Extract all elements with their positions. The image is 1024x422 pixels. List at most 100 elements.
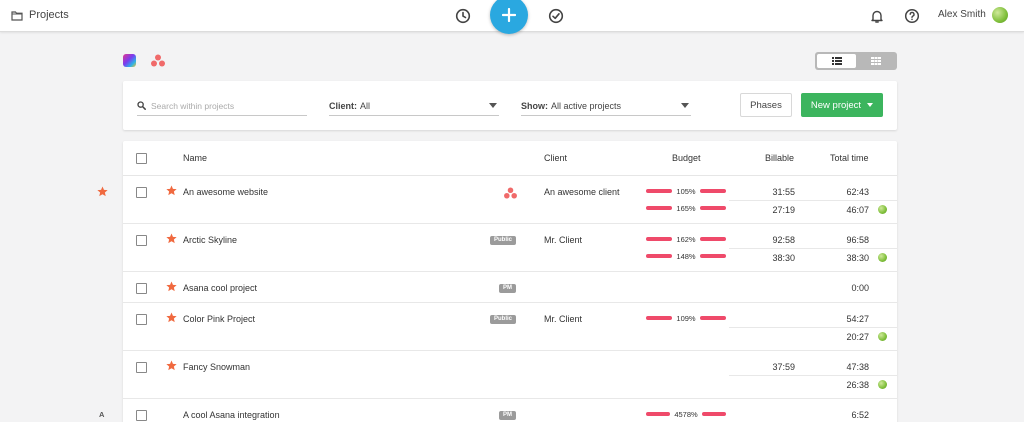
chevron-down-icon[interactable] xyxy=(867,103,874,107)
row-divider xyxy=(729,200,897,201)
total-time: 54:27 xyxy=(846,314,869,324)
table-row[interactable]: Asana cool project PM 0:00 xyxy=(123,272,897,303)
row-checkbox[interactable] xyxy=(136,283,147,294)
budget-bar: 162% xyxy=(646,234,726,244)
phases-button[interactable]: Phases xyxy=(740,93,792,117)
budget-percent: 148% xyxy=(676,251,696,261)
visibility-badge: Public xyxy=(490,315,517,324)
new-project-label: New project xyxy=(810,99,862,111)
row-divider xyxy=(729,327,897,328)
add-time-entry-button[interactable] xyxy=(490,0,528,34)
billable-time: 31:55 xyxy=(772,187,795,197)
search-box xyxy=(137,96,307,116)
project-name[interactable]: An awesome website xyxy=(183,187,268,197)
select-all-checkbox[interactable] xyxy=(136,153,147,164)
list-icon xyxy=(831,57,842,65)
row-checkbox[interactable] xyxy=(136,235,147,246)
column-header-name[interactable]: Name xyxy=(183,153,207,163)
grid-view-button[interactable] xyxy=(856,54,895,68)
table-row[interactable]: An awesome website An awesome client 105… xyxy=(123,176,897,224)
group-letter: A xyxy=(99,410,105,419)
table-row[interactable]: A cool Asana integration PM 4578% 6:52 xyxy=(123,399,897,422)
table-row[interactable]: Color Pink Project Public Mr. Client 109… xyxy=(123,303,897,351)
client-filter-label: Client: xyxy=(329,100,357,111)
filter-bar: Client: All Show: All active projects Ph… xyxy=(123,81,897,130)
table-header: Name Client Budget Billable Total time xyxy=(123,141,897,176)
show-filter-select[interactable]: Show: All active projects xyxy=(521,96,691,116)
projects-table: Name Client Budget Billable Total time A… xyxy=(123,141,897,422)
integration-badge: PM xyxy=(499,284,516,293)
total-time: 46:07 xyxy=(846,205,869,215)
total-time: 0:00 xyxy=(851,283,869,293)
folder-icon xyxy=(11,10,23,21)
project-client: An awesome client xyxy=(544,187,620,197)
row-checkbox[interactable] xyxy=(136,362,147,373)
favorite-star-icon[interactable] xyxy=(166,233,177,244)
chevron-down-icon xyxy=(489,103,497,108)
row-checkbox[interactable] xyxy=(136,187,147,198)
total-time: 96:58 xyxy=(846,235,869,245)
member-avatar xyxy=(878,205,887,214)
client-filter-value: All xyxy=(360,100,371,111)
check-circle-icon[interactable] xyxy=(548,8,564,24)
table-row[interactable]: Arctic Skyline Public Mr. Client 162% 14… xyxy=(123,224,897,272)
favorite-star-icon[interactable] xyxy=(97,186,108,197)
budget-percent: 165% xyxy=(676,203,696,213)
project-name[interactable]: A cool Asana integration xyxy=(183,410,280,420)
grid-icon xyxy=(870,57,881,65)
column-header-client[interactable]: Client xyxy=(544,153,567,163)
toggl-integration-logo[interactable] xyxy=(123,54,136,67)
client-filter-select[interactable]: Client: All xyxy=(329,96,499,116)
row-divider xyxy=(729,248,897,249)
view-toggle xyxy=(815,52,897,70)
integration-badge: PM xyxy=(499,411,516,420)
billable-time: 92:58 xyxy=(772,235,795,245)
top-bar: Projects Alex Smith xyxy=(0,0,1024,34)
row-checkbox[interactable] xyxy=(136,314,147,325)
list-view-button[interactable] xyxy=(817,54,856,68)
search-icon xyxy=(137,101,146,110)
table-row[interactable]: Fancy Snowman 37:59 47:38 26:38 xyxy=(123,351,897,399)
page-title-text: Projects xyxy=(29,9,69,21)
total-time: 47:38 xyxy=(846,362,869,372)
chevron-down-icon xyxy=(681,103,689,108)
favorite-star-icon[interactable] xyxy=(166,312,177,323)
column-header-budget[interactable]: Budget xyxy=(672,153,701,163)
timer-clock-icon[interactable] xyxy=(455,8,471,24)
user-avatar[interactable] xyxy=(992,7,1008,23)
project-client: Mr. Client xyxy=(544,314,583,324)
billable-time: 37:59 xyxy=(772,362,795,372)
favorite-star-icon[interactable] xyxy=(166,185,177,196)
total-time: 6:52 xyxy=(851,410,869,420)
column-header-total-time[interactable]: Total time xyxy=(830,153,869,163)
member-avatar xyxy=(878,332,887,341)
plus-icon xyxy=(502,8,516,22)
row-checkbox[interactable] xyxy=(136,410,147,421)
budget-percent: 109% xyxy=(676,313,696,323)
budget-bar: 4578% xyxy=(646,410,727,419)
user-name[interactable]: Alex Smith xyxy=(938,9,986,20)
show-filter-value: All active projects xyxy=(551,100,622,111)
show-filter-label: Show: xyxy=(521,100,548,111)
budget-bar: 148% xyxy=(646,251,726,261)
notification-bell-icon[interactable] xyxy=(869,8,885,24)
budget-percent: 162% xyxy=(676,234,696,244)
search-input[interactable] xyxy=(151,100,301,111)
favorite-star-icon[interactable] xyxy=(166,360,177,371)
budget-percent: 105% xyxy=(676,186,696,196)
project-name[interactable]: Fancy Snowman xyxy=(183,362,250,372)
project-name[interactable]: Arctic Skyline xyxy=(183,235,237,245)
help-icon[interactable] xyxy=(904,8,920,24)
budget-bar: 165% xyxy=(646,203,726,213)
member-avatar xyxy=(878,380,887,389)
billable-time: 27:19 xyxy=(772,205,795,215)
budget-bar: 109% xyxy=(646,313,726,323)
project-name[interactable]: Color Pink Project xyxy=(183,314,255,324)
asana-integration-logo[interactable] xyxy=(151,54,165,67)
project-name[interactable]: Asana cool project xyxy=(183,283,257,293)
column-header-billable[interactable]: Billable xyxy=(765,153,794,163)
total-time: 20:27 xyxy=(846,332,869,342)
new-project-button[interactable]: New project xyxy=(801,93,883,117)
favorite-star-icon[interactable] xyxy=(166,281,177,292)
total-time: 62:43 xyxy=(846,187,869,197)
